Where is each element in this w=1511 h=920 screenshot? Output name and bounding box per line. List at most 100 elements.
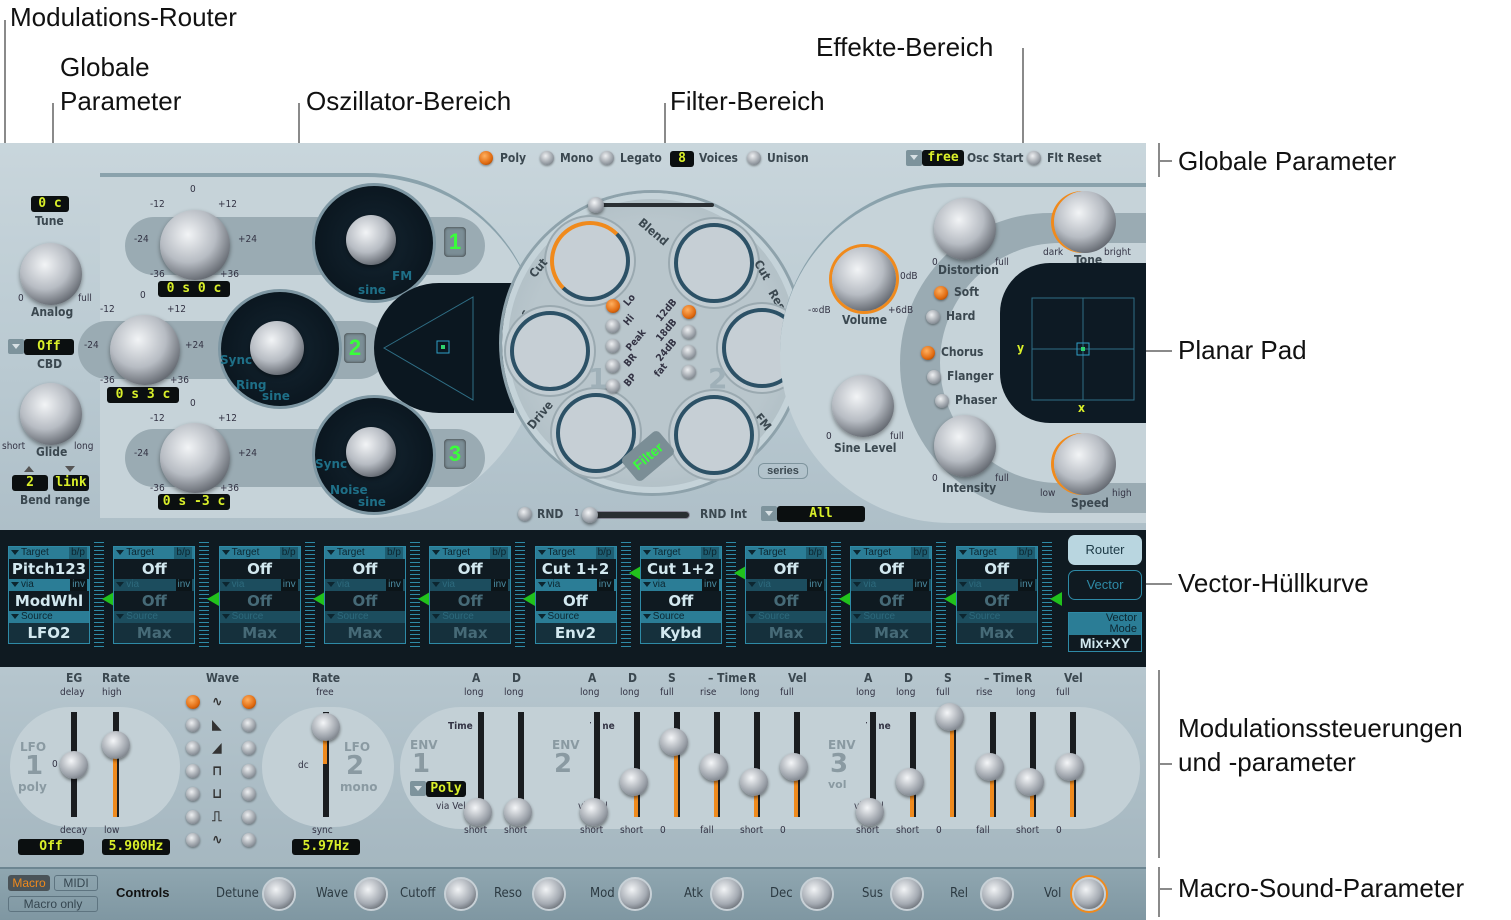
lfo1-wave-led[interactable] xyxy=(186,764,200,778)
filter2-cutoff-knob[interactable] xyxy=(674,223,754,303)
tone-knob[interactable] xyxy=(1054,191,1116,253)
router-slot[interactable]: Target b/p Off via inv Off Source Max xyxy=(323,546,406,644)
env-slider[interactable] xyxy=(1027,712,1039,817)
rnd-int-slider-handle[interactable] xyxy=(582,507,598,523)
router-slot[interactable]: Target b/p Off via inv Off Source Max xyxy=(218,546,301,644)
inv-toggle[interactable]: inv xyxy=(386,579,403,591)
inv-toggle[interactable]: inv xyxy=(70,579,87,591)
via-value[interactable]: Off xyxy=(957,591,1037,611)
lfo1-eg-display[interactable]: Off xyxy=(18,839,84,855)
inv-toggle[interactable]: inv xyxy=(702,579,719,591)
mod-intensity-meter[interactable] xyxy=(725,542,736,648)
router-button[interactable]: Router xyxy=(1068,535,1142,565)
filter2-slope-led[interactable] xyxy=(682,365,696,379)
inv-toggle[interactable]: inv xyxy=(175,579,193,591)
osc1-number-button[interactable]: 1 xyxy=(444,227,466,257)
intensity-arrow-icon[interactable] xyxy=(102,592,114,606)
intensity-arrow-icon[interactable] xyxy=(523,592,536,606)
target-value[interactable]: Off xyxy=(430,559,510,579)
inv-toggle[interactable]: inv xyxy=(1017,579,1035,591)
bp-toggle[interactable]: b/p xyxy=(279,547,298,559)
macro-knob-reso[interactable] xyxy=(532,877,566,911)
filter1-type-led[interactable] xyxy=(606,359,620,373)
target-header[interactable]: Target b/p xyxy=(535,547,616,559)
bp-toggle[interactable]: b/p xyxy=(806,547,825,559)
cbd-dropdown[interactable] xyxy=(8,339,24,354)
router-slot[interactable]: Target b/p Off via inv Off Source Max xyxy=(850,546,933,644)
filter1-type-led[interactable] xyxy=(606,379,620,393)
target-header[interactable]: Target b/p xyxy=(430,547,511,559)
via-header[interactable]: via inv xyxy=(114,579,195,591)
voices-display[interactable]: 8 xyxy=(670,151,694,167)
target-value[interactable]: Off xyxy=(114,559,194,579)
target-header[interactable]: Target b/p xyxy=(324,547,405,559)
inv-toggle[interactable]: inv xyxy=(491,579,509,591)
lfo1-wave-led[interactable] xyxy=(186,833,200,847)
blend-slider-handle[interactable] xyxy=(588,197,604,213)
target-header[interactable]: Target b/p xyxy=(746,547,827,559)
target-header[interactable]: Target b/p xyxy=(640,547,721,559)
rnd-target-display[interactable]: All xyxy=(777,506,865,522)
vector-button[interactable]: Vector xyxy=(1068,570,1142,600)
rnd-target-dropdown[interactable] xyxy=(761,506,777,521)
mono-led[interactable] xyxy=(540,151,554,165)
source-value[interactable]: Env2 xyxy=(535,623,616,643)
lfo2-wave-led[interactable] xyxy=(242,810,256,824)
via-header[interactable]: via inv xyxy=(324,579,405,591)
intensity-arrow-icon[interactable] xyxy=(839,592,852,606)
via-header[interactable]: via inv xyxy=(746,579,827,591)
target-header[interactable]: Target b/p xyxy=(956,547,1037,559)
lfo2-wave-led[interactable] xyxy=(242,833,256,847)
intensity-arrow-icon[interactable] xyxy=(628,566,641,580)
env1-mode-display[interactable]: Poly xyxy=(426,781,466,797)
bp-toggle[interactable]: b/p xyxy=(700,547,719,559)
bp-toggle[interactable]: b/p xyxy=(911,547,930,559)
env-slider-handle[interactable] xyxy=(1056,753,1084,781)
source-value[interactable]: Max xyxy=(956,623,1037,643)
via-value[interactable]: Off xyxy=(851,591,931,611)
bp-toggle[interactable]: b/p xyxy=(1016,547,1035,559)
router-slot[interactable]: Target b/p Pitch123 via inv ModWhl Source LFO2 xyxy=(8,546,90,644)
target-value[interactable]: Off xyxy=(957,559,1037,579)
macro-knob-atk[interactable] xyxy=(710,877,744,911)
inv-toggle[interactable]: inv xyxy=(280,579,298,591)
lfo2-wave-led[interactable] xyxy=(242,787,256,801)
source-header[interactable]: Source xyxy=(9,611,89,623)
via-value[interactable]: Off xyxy=(536,591,616,611)
intensity-arrow-icon[interactable] xyxy=(312,592,325,606)
source-header[interactable]: Source xyxy=(535,611,616,623)
env1-mode-dropdown[interactable] xyxy=(410,781,426,796)
inv-toggle[interactable]: inv xyxy=(596,579,614,591)
macro-knob-detune[interactable] xyxy=(262,877,296,911)
env-slider-handle[interactable] xyxy=(620,768,648,796)
source-value[interactable]: Max xyxy=(114,623,195,643)
via-header[interactable]: via inv xyxy=(219,579,300,591)
vector-mode-dropdown[interactable]: Vector Mode Mix+XY xyxy=(1068,612,1142,652)
tune-display[interactable]: 0 c xyxy=(31,196,69,212)
source-header[interactable]: Source xyxy=(746,611,827,623)
macro-knob-mod[interactable] xyxy=(618,877,652,911)
bp-toggle[interactable]: b/p xyxy=(384,547,403,559)
distortion-knob[interactable] xyxy=(934,198,996,260)
soft-led[interactable] xyxy=(934,286,948,300)
target-value[interactable]: Off xyxy=(746,559,826,579)
filter1-type-led[interactable] xyxy=(606,339,620,353)
filter2-slope-led[interactable] xyxy=(682,305,696,319)
target-value[interactable]: Cut 1+2 xyxy=(536,559,616,579)
source-value[interactable]: Max xyxy=(746,623,827,643)
rnd-int-slider[interactable] xyxy=(586,511,690,519)
osc1-wave-knob[interactable] xyxy=(346,215,396,265)
macro-knob-wave[interactable] xyxy=(354,877,388,911)
env-slider-handle[interactable] xyxy=(780,753,808,781)
intensity-knob[interactable] xyxy=(934,415,996,477)
lfo1-wave-led[interactable] xyxy=(186,718,200,732)
lfo2-rate-handle[interactable] xyxy=(312,713,340,741)
target-value[interactable]: Pitch123 xyxy=(9,559,89,579)
series-button[interactable]: series xyxy=(758,463,808,479)
target-header[interactable]: Target b/p xyxy=(9,547,89,559)
lfo2-wave-led[interactable] xyxy=(242,741,256,755)
bp-toggle[interactable]: b/p xyxy=(595,547,614,559)
source-header[interactable]: Source xyxy=(430,611,511,623)
midi-button[interactable]: MIDI xyxy=(54,875,98,891)
via-header[interactable]: via inv xyxy=(956,579,1037,591)
